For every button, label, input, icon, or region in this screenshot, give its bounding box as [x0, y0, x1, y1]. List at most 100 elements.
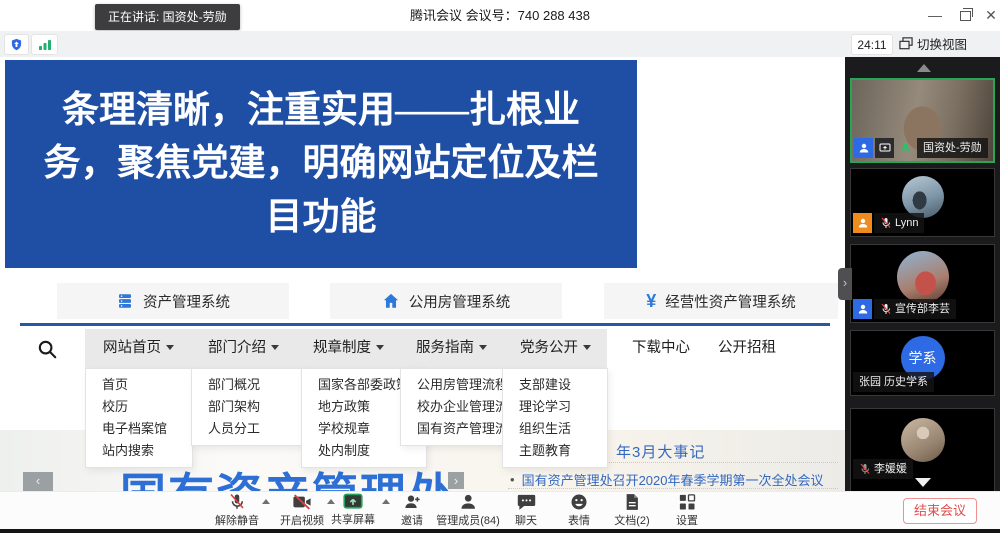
bottom-edge — [0, 529, 1000, 533]
nav-party[interactable]: 党务公开 — [520, 329, 591, 368]
close-icon: ✕ — [985, 7, 997, 23]
settings-button[interactable]: 设置 — [676, 493, 698, 528]
menu-item[interactable]: 校办企业管理流程 — [401, 396, 504, 418]
video-tile[interactable]: Lynn — [850, 168, 995, 237]
caret-down-icon — [166, 345, 174, 350]
person-icon — [858, 142, 870, 154]
chevron-right-icon: › — [843, 275, 847, 290]
participant-label: Lynn — [874, 213, 924, 233]
menu-item[interactable]: 支部建设 — [503, 374, 607, 396]
sidebar-collapse-handle[interactable]: › — [838, 268, 852, 300]
start-video-button[interactable]: 开启视频 — [280, 493, 324, 528]
video-tile[interactable]: 学系 张园 历史学系 — [850, 330, 995, 396]
nav-rules-label: 规章制度 — [313, 340, 371, 356]
manage-members-label: 管理成员(84) — [436, 512, 500, 528]
caret-down-icon — [271, 345, 279, 350]
unmute-button[interactable]: 解除静音 — [215, 493, 259, 528]
nav-service[interactable]: 服务指南 — [416, 329, 487, 368]
share-screen-icon — [343, 493, 363, 510]
caret-down-icon — [376, 345, 384, 350]
host-badge — [854, 138, 873, 158]
nav-party-label: 党务公开 — [520, 340, 578, 356]
menu-item[interactable]: 理论学习 — [503, 396, 607, 418]
scroll-down-arrow[interactable] — [915, 478, 931, 487]
dropdown-service: 公用房管理流程 校办企业管理流程 国有资产管理流程 — [400, 368, 505, 446]
menu-item[interactable]: 校历 — [86, 396, 192, 418]
commercial-system-button[interactable]: ¥ 经营性资产管理系统 — [604, 283, 838, 319]
member-badge — [853, 213, 872, 233]
minimize-button[interactable]: — — [922, 0, 948, 31]
meeting-info-bar: 24:11 切换视图 — [0, 31, 1000, 57]
participant-label: 宣传部李芸 — [874, 299, 956, 319]
carousel-next-button[interactable]: › — [448, 472, 464, 489]
nav-home-label: 网站首页 — [103, 340, 161, 356]
menu-item[interactable]: 首页 — [86, 374, 192, 396]
unmute-label: 解除静音 — [215, 512, 259, 528]
server-icon — [116, 292, 134, 310]
screen-share-icon — [879, 143, 891, 154]
emoji-button[interactable]: 表情 — [568, 493, 590, 528]
share-options-arrow[interactable] — [382, 499, 390, 504]
mic-off-icon — [228, 493, 246, 511]
menu-item[interactable]: 电子档案馆 — [86, 418, 192, 440]
scroll-up-arrow[interactable] — [917, 64, 931, 72]
smiley-icon — [570, 493, 588, 511]
security-status-button[interactable] — [4, 34, 29, 55]
docs-button[interactable]: 文档(2) — [614, 493, 649, 528]
nav-download-label: 下载中心 — [632, 340, 690, 356]
camera-off-icon — [292, 493, 312, 511]
close-button[interactable]: ✕ — [978, 0, 1000, 31]
bullet-icon: • — [510, 472, 515, 487]
menu-item[interactable]: 人员分工 — [192, 418, 310, 440]
participant-label: 张园 历史学系 — [853, 372, 934, 392]
dropdown-party: 支部建设 理论学习 组织生活 主题教育 — [502, 368, 608, 468]
share-screen-label: 共享屏幕 — [331, 511, 375, 527]
start-video-label: 开启视频 — [280, 512, 324, 528]
nav-leasing[interactable]: 公开招租 — [718, 329, 776, 368]
video-tile[interactable]: 宣传部李芸 — [850, 244, 995, 323]
commercial-system-label: 经营性资产管理系统 — [665, 291, 796, 312]
menu-item[interactable]: 公用房管理流程 — [401, 374, 504, 396]
chat-button[interactable]: 聊天 — [515, 493, 537, 528]
asset-system-button[interactable]: 资产管理系统 — [57, 283, 289, 319]
housing-system-button[interactable]: 公用房管理系统 — [330, 283, 562, 319]
restore-button[interactable] — [952, 0, 978, 31]
mic-off-icon — [880, 303, 892, 315]
restore-icon — [960, 11, 971, 21]
chat-icon — [517, 493, 536, 511]
nav-rules[interactable]: 规章制度 — [313, 329, 384, 368]
person-icon — [857, 217, 869, 229]
menu-item[interactable]: 部门架构 — [192, 396, 310, 418]
dropdown-home: 首页 校历 电子档案馆 站内搜索 — [85, 368, 193, 468]
news-link[interactable]: 年3月大事记 — [616, 441, 705, 462]
nav-department[interactable]: 部门介绍 — [208, 329, 279, 368]
nav-department-label: 部门介绍 — [208, 340, 266, 356]
nav-leasing-label: 公开招租 — [718, 340, 776, 356]
search-button[interactable] — [36, 338, 60, 360]
nav-service-label: 服务指南 — [416, 340, 474, 356]
menu-item[interactable]: 国有资产管理流程 — [401, 418, 504, 440]
share-screen-button[interactable]: 共享屏幕 — [331, 493, 375, 527]
video-tile-active-speaker[interactable]: 国资处-劳勋 — [850, 78, 995, 163]
end-meeting-button[interactable]: 结束会议 — [903, 498, 977, 524]
manage-members-button[interactable]: 管理成员(84) — [436, 493, 500, 528]
carousel-prev-button[interactable]: ‹ — [23, 472, 53, 491]
chat-label: 聊天 — [515, 512, 537, 528]
invite-button[interactable]: 邀请 — [401, 493, 423, 528]
network-status-button[interactable] — [31, 34, 58, 55]
participant-name: 国资处-劳勋 — [917, 138, 988, 158]
nav-download[interactable]: 下载中心 — [632, 329, 690, 368]
menu-item[interactable]: 部门概况 — [192, 374, 310, 396]
asset-system-label: 资产管理系统 — [143, 291, 230, 312]
switch-view-label: 切换视图 — [917, 34, 967, 53]
switch-view-button[interactable]: 切换视图 — [899, 34, 967, 53]
minimize-icon: — — [928, 7, 942, 23]
menu-item[interactable]: 组织生活 — [503, 418, 607, 440]
menu-item[interactable]: 站内搜索 — [86, 440, 192, 462]
nav-home[interactable]: 网站首页 — [103, 329, 174, 368]
switch-view-icon — [899, 37, 913, 50]
signal-bars-icon — [38, 39, 52, 51]
audio-options-arrow[interactable] — [262, 499, 270, 504]
menu-item[interactable]: 主题教育 — [503, 440, 607, 462]
yen-icon: ¥ — [646, 292, 656, 310]
